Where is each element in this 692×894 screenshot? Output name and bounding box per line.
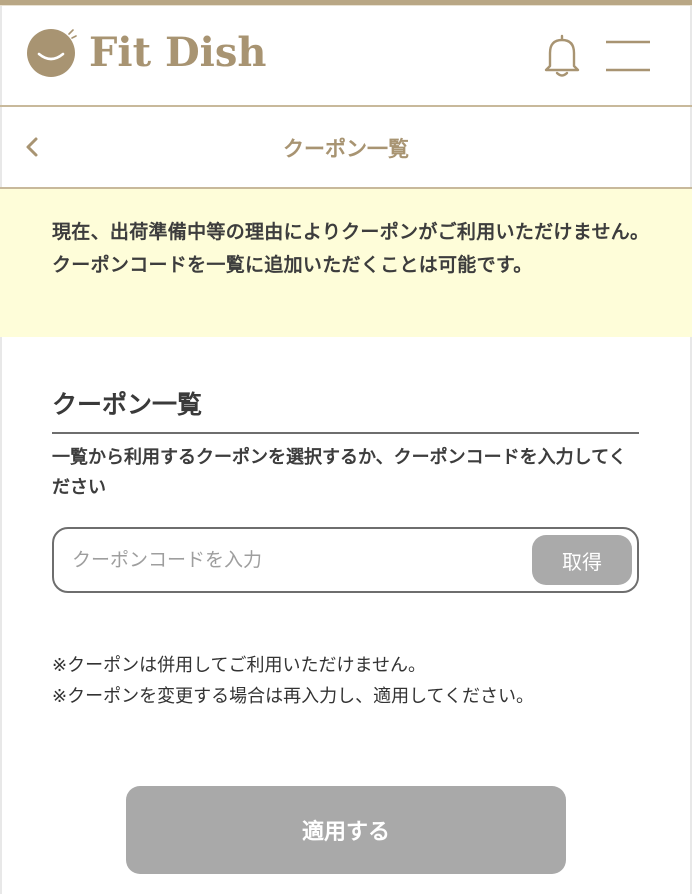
page-title: クーポン一覧 xyxy=(283,137,409,161)
logo-mark-icon[interactable] xyxy=(26,26,78,78)
notice-text: 現在、出荷準備中等の理由によりクーポンがご利用いただけません。クーポンコードを一… xyxy=(52,221,650,276)
coupon-instruction: 一覧から利用するクーポンを選択するか、クーポンコードを入力してください xyxy=(52,447,627,498)
logo-text[interactable]: Fit Dish xyxy=(89,30,266,76)
hamburger-menu-icon[interactable] xyxy=(604,36,652,76)
section-divider xyxy=(52,432,639,434)
bell-icon[interactable] xyxy=(542,32,582,78)
coupon-section-title: クーポン一覧 xyxy=(52,390,203,419)
apply-button[interactable]: 適用する xyxy=(126,786,566,874)
note-line-1: ※クーポンは併用してご利用いただけません。 xyxy=(52,655,426,676)
note-line-2: ※クーポンを変更する場合は再入力し、適用してください。 xyxy=(52,686,534,707)
get-coupon-button[interactable]: 取得 xyxy=(532,535,632,585)
app-header: Fit Dish xyxy=(0,6,692,105)
coupon-code-input[interactable] xyxy=(72,543,512,577)
coupon-code-field: 取得 xyxy=(52,527,639,593)
coupon-notes: ※クーポンは併用してご利用いただけません。 ※クーポンを変更する場合は再入力し、… xyxy=(52,650,672,712)
